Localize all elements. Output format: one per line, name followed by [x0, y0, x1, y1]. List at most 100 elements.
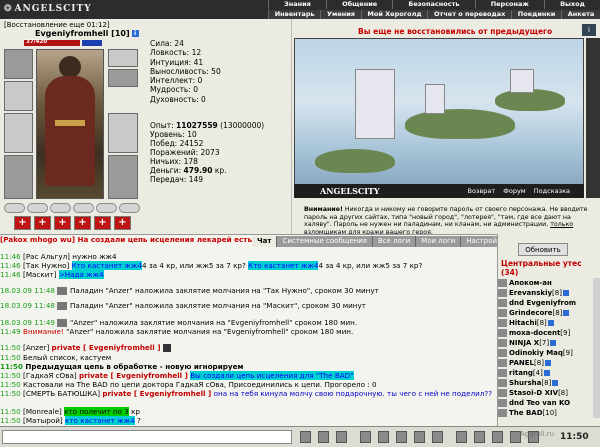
info-button[interactable]: i	[582, 24, 596, 36]
ring-slot-1[interactable]	[4, 203, 25, 213]
nav-knowledge[interactable]: Знания	[268, 0, 326, 9]
return-link[interactable]: Возврат	[468, 187, 496, 195]
player-name[interactable]: dnd Teo van KO	[509, 399, 570, 407]
clear-icon[interactable]	[336, 431, 347, 443]
character-avatar[interactable]	[36, 49, 104, 199]
nav-character[interactable]: Персонаж	[474, 0, 544, 9]
nav-exit[interactable]: Выход	[543, 0, 600, 9]
chat-nick[interactable]: [Monreale]	[23, 407, 62, 416]
chat-nick[interactable]: [СМЕРТЬ БАТЮШКА]	[23, 389, 100, 398]
potion-slot-1[interactable]: +	[14, 216, 31, 230]
potion-slot-4[interactable]: +	[74, 216, 91, 230]
color-icon[interactable]	[432, 431, 443, 443]
weapon-slot[interactable]	[4, 113, 33, 153]
chat-nick[interactable]: [ГадкаЯ сОва]	[23, 371, 77, 380]
potion-slot-6[interactable]: +	[114, 216, 131, 230]
helmet-slot[interactable]	[4, 49, 33, 79]
tab-system-messages[interactable]: Системные сообщения	[277, 236, 373, 247]
player-name[interactable]: dnd Evgeniyfrom	[509, 299, 576, 307]
player-item[interactable]: Hitachi[8]	[498, 318, 594, 328]
nav-profile[interactable]: Анкета	[561, 10, 600, 19]
smile-icon[interactable]	[318, 431, 329, 443]
info-icon[interactable]	[563, 310, 570, 316]
info-icon[interactable]	[562, 290, 569, 296]
location-scene-image[interactable]	[294, 38, 584, 198]
scroll-icon[interactable]	[414, 431, 425, 443]
chat-input[interactable]	[2, 430, 292, 444]
chat-private-tag[interactable]: private [ Evgeniyfromhell ]	[102, 389, 211, 398]
player-item[interactable]: PANEL[8]	[498, 358, 594, 368]
player-name[interactable]: moxa-docent	[509, 329, 560, 337]
refresh-button[interactable]: Обновить	[518, 243, 568, 256]
player-item[interactable]: Grindecore[8]	[498, 308, 594, 318]
chat-nick[interactable]: [Рас Альгул]	[23, 252, 70, 261]
nav-security[interactable]: Безопасность	[392, 0, 474, 9]
send-icon[interactable]	[300, 431, 311, 443]
player-item[interactable]: moxa-docent[9]	[498, 328, 594, 338]
necklace-slot[interactable]	[108, 69, 138, 87]
player-item[interactable]: Odinokiy Maq[9]	[498, 348, 594, 358]
player-item[interactable]: ritang[4]	[498, 368, 594, 378]
friends-icon[interactable]	[456, 431, 467, 443]
ring-slot-2[interactable]	[27, 203, 48, 213]
ring-slot-3[interactable]	[50, 203, 71, 213]
nav-transfer-report[interactable]: Отчет о переводах	[427, 10, 511, 19]
shield-slot[interactable]	[108, 113, 138, 153]
player-name[interactable]: Grindecore	[509, 309, 553, 317]
chat-nick[interactable]: [Матырой]	[23, 416, 63, 425]
info-icon[interactable]	[543, 370, 550, 376]
ring-slot-5[interactable]	[96, 203, 117, 213]
mail-icon[interactable]	[474, 431, 485, 443]
info-icon[interactable]: i	[131, 30, 139, 37]
translit-icon[interactable]	[378, 431, 389, 443]
chat-nick[interactable]: [Anzer]	[23, 343, 49, 352]
help-icon[interactable]	[492, 431, 503, 443]
tab-chat[interactable]: Чат	[252, 236, 278, 247]
info-icon[interactable]	[547, 320, 554, 326]
player-item[interactable]: NINJA X[7]	[498, 338, 594, 348]
nav-skills[interactable]: Умения	[320, 10, 360, 19]
player-item[interactable]: The BAD[10]	[498, 408, 594, 418]
player-name[interactable]: Hitachi	[509, 319, 537, 327]
nav-duels[interactable]: Поединки	[511, 10, 561, 19]
chat-nick[interactable]: [Так Нужно]	[23, 261, 69, 270]
player-name[interactable]: Odinokiy Maq	[509, 349, 563, 357]
player-name[interactable]: ritang	[509, 369, 533, 377]
earring-slot[interactable]	[108, 49, 138, 67]
tab-all-logs[interactable]: Все логи	[373, 236, 417, 247]
player-name[interactable]: Shursha	[509, 379, 541, 387]
ring-slot-4[interactable]	[73, 203, 94, 213]
sound-icon[interactable]	[396, 431, 407, 443]
players-scrollbar[interactable]	[593, 278, 600, 418]
amulet-slot[interactable]	[4, 81, 33, 111]
player-item[interactable]: Апоком-ан	[498, 278, 594, 288]
chat-private-tag[interactable]: private [ Evgeniyfromhell ]	[79, 371, 188, 380]
player-name[interactable]: Erevanskiy	[509, 289, 552, 297]
player-item[interactable]: Stasoi-D XIV[8]	[498, 388, 594, 398]
potion-slot-2[interactable]: +	[34, 216, 51, 230]
player-name[interactable]: The BAD	[509, 409, 543, 417]
nav-communication[interactable]: Общение	[325, 0, 392, 9]
player-name[interactable]: PANEL	[509, 359, 534, 367]
chat-nick[interactable]: [Маскит]	[23, 270, 56, 279]
player-item[interactable]: dnd Teo van KO	[498, 398, 594, 408]
potion-slot-3[interactable]: +	[54, 216, 71, 230]
player-item[interactable]: Shursha[8]	[498, 378, 594, 388]
character-name[interactable]: Evgeniyfromhell [10] i	[35, 29, 139, 38]
ring-slot-6[interactable]	[119, 203, 140, 213]
player-item[interactable]: dnd Evgeniyfrom	[498, 298, 594, 308]
hint-link[interactable]: Подсказка	[534, 187, 570, 195]
potion-slot-5[interactable]: +	[94, 216, 111, 230]
nav-my-herogold[interactable]: Мой Хероголд	[360, 10, 428, 19]
nav-inventory[interactable]: Инвентарь	[268, 10, 320, 19]
chat-log[interactable]: [Pakox mhogo wu] На создали цепь исцелен…	[0, 234, 497, 426]
info-icon[interactable]	[552, 380, 559, 386]
forum-link[interactable]: Форум	[503, 187, 525, 195]
player-name[interactable]: Апоком-ан	[509, 279, 552, 287]
info-icon[interactable]	[550, 340, 557, 346]
chat-private-tag[interactable]: private [ Evgeniyfromhell ]	[52, 343, 161, 352]
boots-slot[interactable]	[108, 155, 138, 199]
player-name[interactable]: Stasoi-D XIV	[509, 389, 558, 397]
player-item[interactable]: Erevanskiy[8]	[498, 288, 594, 298]
player-name[interactable]: NINJA X	[509, 339, 539, 347]
